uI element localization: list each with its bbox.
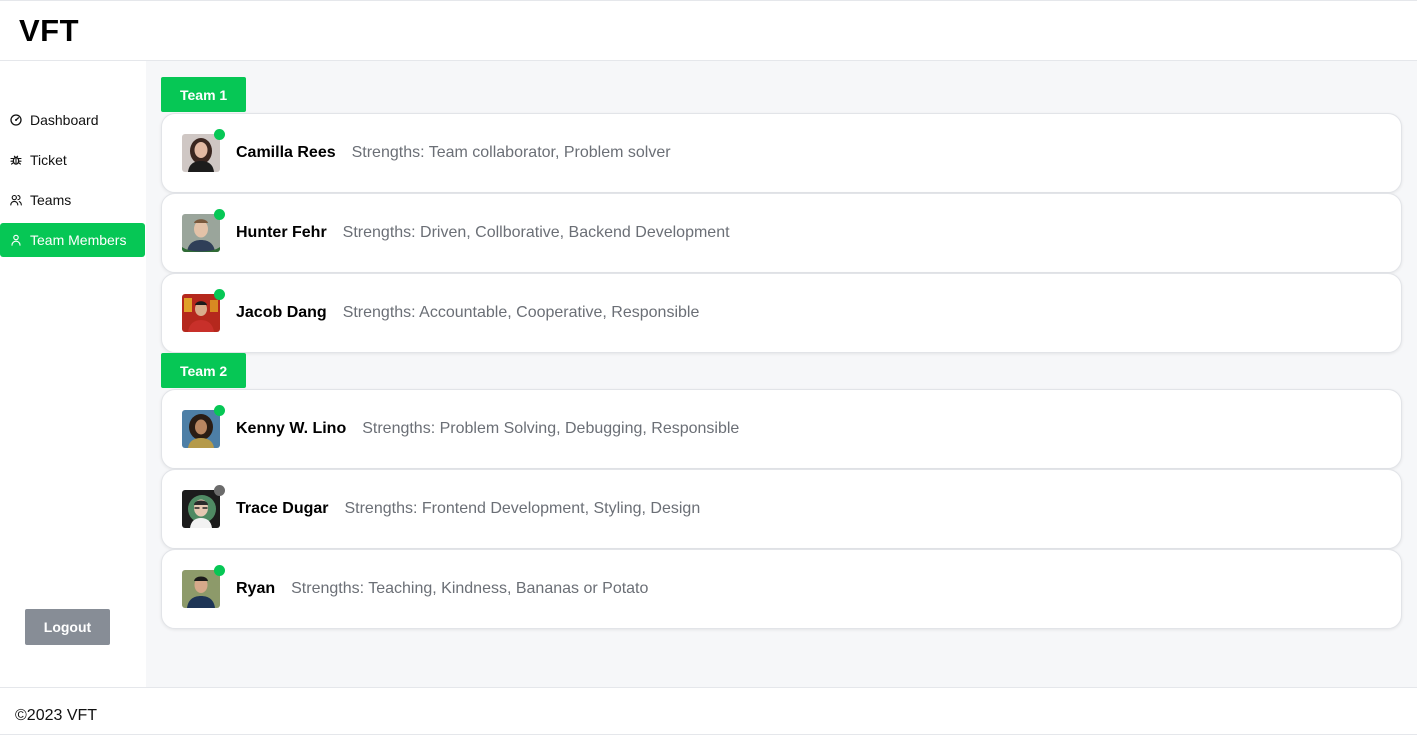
logout-button[interactable]: Logout xyxy=(25,609,110,645)
sidebar-item-label: Teams xyxy=(30,192,72,208)
user-icon xyxy=(10,234,22,246)
avatar-container xyxy=(182,485,225,528)
member-name: Jacob Dang xyxy=(236,304,327,321)
avatar[interactable] xyxy=(182,134,220,172)
avatar-container xyxy=(182,289,225,332)
sidebar: Dashboard Ticket Teams Team Members Logo… xyxy=(0,61,146,687)
member-card[interactable]: Jacob Dang Strengths: Accountable, Coope… xyxy=(161,273,1402,353)
online-status-dot xyxy=(214,289,225,300)
member-name: Kenny W. Lino xyxy=(236,420,347,437)
offline-status-dot xyxy=(214,485,225,496)
avatar[interactable] xyxy=(182,410,220,448)
footer: ©2023 VFT xyxy=(0,687,1417,735)
member-card[interactable]: Kenny W. Lino Strengths: Problem Solving… xyxy=(161,389,1402,469)
sidebar-item-ticket[interactable]: Ticket xyxy=(0,143,145,177)
team-label: Team 2 xyxy=(161,353,247,388)
app-logo[interactable]: VFT xyxy=(19,13,79,49)
online-status-dot xyxy=(214,129,225,140)
avatar[interactable] xyxy=(182,490,220,528)
avatar[interactable] xyxy=(182,294,220,332)
avatar-container xyxy=(182,565,225,608)
member-name: Camilla Rees xyxy=(236,144,336,161)
avatar-container xyxy=(182,209,225,252)
avatar[interactable] xyxy=(182,570,220,608)
member-name: Hunter Fehr xyxy=(236,224,327,241)
member-strengths: Strengths: Teaching, Kindness, Bananas o… xyxy=(291,580,649,597)
online-status-dot xyxy=(214,405,225,416)
member-name: Ryan xyxy=(236,580,276,597)
team-label: Team 1 xyxy=(161,77,247,112)
avatar[interactable] xyxy=(182,214,220,252)
copyright-text: ©2023 VFT xyxy=(15,707,98,724)
sidebar-item-label: Team Members xyxy=(30,232,127,248)
team-members-panel: Team 1 Camilla Rees Strengths: Team coll… xyxy=(146,61,1417,687)
member-card[interactable]: Hunter Fehr Strengths: Driven, Collborat… xyxy=(161,193,1402,273)
member-card[interactable]: Ryan Strengths: Teaching, Kindness, Bana… xyxy=(161,549,1402,629)
online-status-dot xyxy=(214,565,225,576)
avatar-container xyxy=(182,129,225,172)
bug-icon xyxy=(10,154,22,166)
member-strengths: Strengths: Team collaborator, Problem so… xyxy=(351,144,671,161)
member-strengths: Strengths: Driven, Collborative, Backend… xyxy=(342,224,730,241)
sidebar-item-dashboard[interactable]: Dashboard xyxy=(0,103,145,137)
dashboard-gauge-icon xyxy=(10,114,22,126)
member-name: Trace Dugar xyxy=(236,500,329,517)
users-icon xyxy=(10,194,22,206)
member-card[interactable]: Trace Dugar Strengths: Frontend Developm… xyxy=(161,469,1402,549)
avatar-container xyxy=(182,405,225,448)
member-card[interactable]: Camilla Rees Strengths: Team collaborato… xyxy=(161,113,1402,193)
member-strengths: Strengths: Accountable, Cooperative, Res… xyxy=(342,304,700,321)
sidebar-item-label: Ticket xyxy=(30,152,67,168)
member-strengths: Strengths: Problem Solving, Debugging, R… xyxy=(362,420,740,437)
sidebar-item-team-members[interactable]: Team Members xyxy=(0,223,145,257)
sidebar-item-teams[interactable]: Teams xyxy=(0,183,145,217)
sidebar-item-label: Dashboard xyxy=(30,112,99,128)
member-strengths: Strengths: Frontend Development, Styling… xyxy=(344,500,701,517)
online-status-dot xyxy=(214,209,225,220)
top-header: VFT xyxy=(0,0,1417,61)
